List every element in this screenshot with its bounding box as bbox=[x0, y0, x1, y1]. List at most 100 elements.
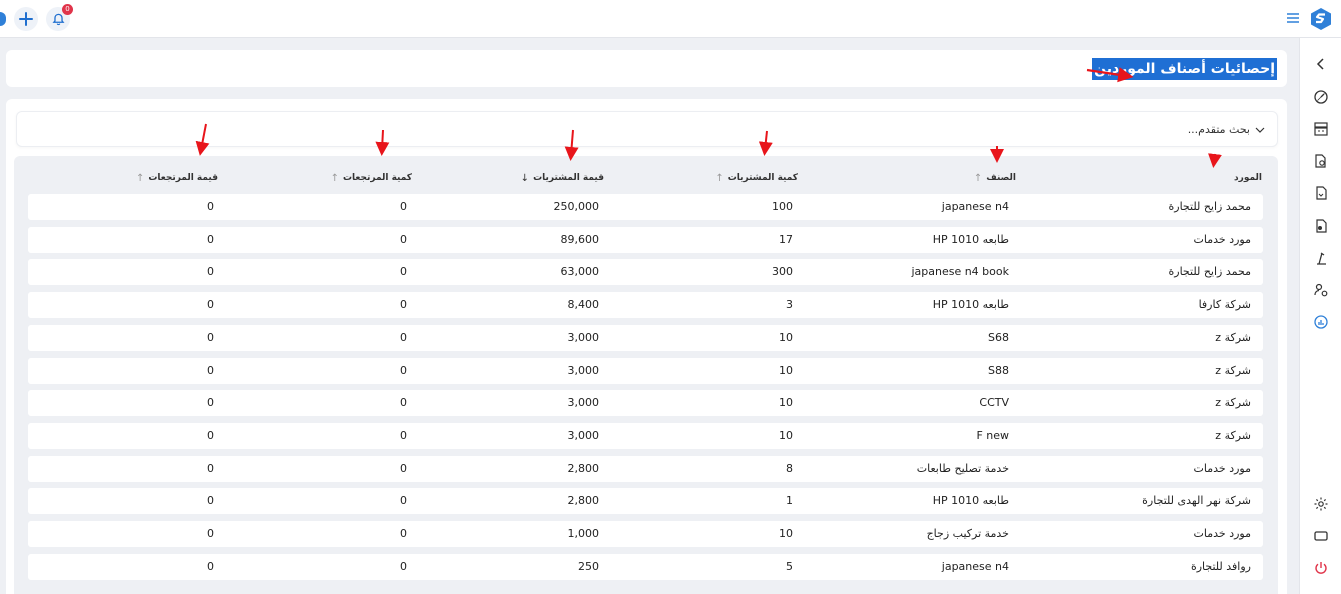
cell-purchase-qty: 1 bbox=[786, 494, 793, 508]
document-icon bbox=[1316, 186, 1327, 200]
sidebar-item-users[interactable] bbox=[1310, 279, 1332, 301]
cell-return-qty: 0 bbox=[400, 527, 407, 540]
add-button[interactable] bbox=[14, 7, 38, 31]
cell-supplier: شركة z bbox=[1215, 428, 1251, 442]
cell-supplier: شركة z bbox=[1215, 330, 1251, 344]
column-header-label: قيمة المرتجعات bbox=[148, 173, 218, 183]
cell-supplier: مورد خدمات bbox=[1193, 527, 1251, 540]
cell-return-qty: 0 bbox=[400, 396, 407, 410]
cell-purchase-qty: 5 bbox=[786, 559, 793, 573]
document-search-icon bbox=[1315, 154, 1326, 168]
cell-supplier: روافد للتجارة bbox=[1190, 559, 1251, 573]
cell-return-value: 0 bbox=[207, 494, 214, 508]
table-row[interactable]: مورد خدمات خدمة تركيب زجاج 10 1,000 0 0 bbox=[28, 521, 1263, 547]
column-header-purchase-value[interactable]: قيمة المشتريات ↓ bbox=[521, 168, 604, 188]
sidebar-item-invoices[interactable] bbox=[1310, 118, 1332, 140]
sort-up-icon: ↑ bbox=[715, 172, 724, 184]
cell-purchase-value: 3,000 bbox=[567, 363, 600, 377]
column-header-supplier[interactable]: المورد bbox=[1234, 168, 1262, 188]
sidebar-item-tools[interactable] bbox=[1310, 247, 1332, 269]
column-header-return-value[interactable]: قيمة المرتجعات ↑ bbox=[136, 168, 218, 188]
table-row[interactable]: شركة z S68 10 3,000 0 0 bbox=[28, 324, 1263, 351]
column-header-label: كمية المرتجعات bbox=[343, 173, 412, 183]
cell-return-value: 0 bbox=[207, 363, 214, 377]
cell-item: japanese n4 book bbox=[911, 265, 1009, 279]
cell-supplier: شركة نهر الهدى للتجارة bbox=[1142, 494, 1251, 508]
plus-icon bbox=[19, 12, 33, 26]
column-header-return-qty[interactable]: كمية المرتجعات ↑ bbox=[331, 168, 412, 188]
table-row[interactable]: محمد زايح للتجارة japanese n4 100 250,000 0 0 bbox=[28, 194, 1263, 220]
column-header-label: الصنف bbox=[986, 173, 1016, 183]
table-row[interactable]: شركة z CCTV 10 3,000 0 0 bbox=[28, 390, 1263, 417]
cell-purchase-qty: 10 bbox=[779, 330, 793, 344]
sort-up-icon: ↑ bbox=[973, 172, 983, 184]
advanced-search-panel[interactable]: بحث متقدم... bbox=[16, 111, 1278, 147]
sidebar-item-reports[interactable] bbox=[1310, 215, 1332, 237]
cell-return-qty: 0 bbox=[400, 428, 407, 442]
settings-button[interactable] bbox=[1310, 493, 1332, 515]
main-content: بحث متقدم... المورد الصنف ↑ كمية المشتري… bbox=[6, 99, 1287, 594]
column-header-item[interactable]: الصنف ↑ bbox=[974, 168, 1016, 188]
cell-supplier: مورد خدمات bbox=[1193, 232, 1251, 246]
supplier-items-table: المورد الصنف ↑ كمية المشتريات ↑ قيمة الم… bbox=[14, 156, 1278, 594]
cell-return-qty: 0 bbox=[400, 200, 407, 213]
notifications-button[interactable]: 0 bbox=[46, 4, 73, 31]
table-row[interactable]: مورد خدمات طابعه HP 1010 17 89,600 0 0 bbox=[28, 226, 1263, 253]
cell-item: CCTV bbox=[979, 396, 1009, 410]
cell-purchase-qty: 100 bbox=[772, 200, 793, 213]
display-button[interactable] bbox=[1310, 525, 1332, 547]
cell-item: خدمة تركيب زجاج bbox=[926, 527, 1009, 540]
power-icon bbox=[1315, 562, 1327, 574]
cell-return-qty: 0 bbox=[400, 232, 407, 246]
table-row[interactable]: شركة كارفا طابعه HP 1010 3 8,400 0 0 bbox=[28, 292, 1263, 319]
cell-purchase-qty: 10 bbox=[779, 396, 793, 410]
table-row[interactable]: شركة نهر الهدى للتجارة طابعه HP 1010 1 2,80… bbox=[28, 488, 1263, 515]
cell-purchase-value: 2,800 bbox=[567, 461, 600, 475]
cell-return-qty: 0 bbox=[400, 330, 407, 344]
table-row[interactable]: شركة z S88 10 3,000 0 0 bbox=[28, 357, 1263, 384]
column-header-label: كمية المشتريات bbox=[727, 173, 798, 183]
cell-purchase-qty: 300 bbox=[772, 265, 793, 279]
cell-return-value: 0 bbox=[207, 298, 214, 312]
table-row[interactable]: محمد زايح للتجارة japanese n4 book 300 63,0… bbox=[28, 259, 1263, 286]
chart-icon bbox=[1314, 315, 1328, 329]
cell-purchase-qty: 3 bbox=[786, 298, 793, 312]
sidebar-item-statistics[interactable] bbox=[1310, 311, 1332, 333]
cell-purchase-value: 63,000 bbox=[560, 265, 600, 279]
cell-item: طابعه HP 1010 bbox=[932, 232, 1009, 246]
user-settings-icon bbox=[1314, 283, 1328, 297]
cell-return-value: 0 bbox=[207, 232, 214, 246]
cell-item: طابعه HP 1010 bbox=[932, 298, 1009, 312]
top-bar: 0 bbox=[0, 0, 1341, 38]
table-row[interactable]: شركة z F new 10 3,000 0 0 bbox=[28, 422, 1263, 449]
column-header-label: المورد bbox=[1234, 173, 1262, 183]
cell-supplier: شركة z bbox=[1215, 363, 1251, 377]
cell-return-qty: 0 bbox=[400, 363, 407, 377]
sidebar-item-search-docs[interactable] bbox=[1310, 150, 1332, 172]
cell-return-value: 0 bbox=[207, 330, 214, 344]
bell-icon bbox=[52, 13, 64, 25]
cell-item: F new bbox=[976, 428, 1009, 442]
cell-purchase-value: 250 bbox=[578, 559, 599, 573]
sidebar-item-dashboard[interactable] bbox=[1310, 86, 1332, 108]
cell-supplier: شركة كارفا bbox=[1198, 298, 1251, 312]
cell-return-value: 0 bbox=[207, 428, 214, 442]
menu-icon[interactable] bbox=[1287, 11, 1299, 27]
table-row[interactable]: روافد للتجارة japanese n4 5 250 0 0 bbox=[28, 553, 1263, 580]
page-title: إحصائيات أصناف الموردين bbox=[1092, 58, 1277, 80]
collapse-sidebar-button[interactable] bbox=[1310, 53, 1332, 75]
cell-return-value: 0 bbox=[207, 200, 214, 213]
cell-purchase-value: 89,600 bbox=[560, 232, 600, 246]
cell-purchase-qty: 10 bbox=[779, 428, 793, 442]
tools-icon bbox=[1317, 252, 1326, 265]
column-header-purchase-qty[interactable]: كمية المشتريات ↑ bbox=[715, 168, 798, 188]
logout-button[interactable] bbox=[1310, 557, 1332, 579]
table-row[interactable]: مورد خدمات خدمة تصليح طابعات 8 2,800 0 0 bbox=[28, 455, 1263, 482]
page-header: إحصائيات أصناف الموردين bbox=[6, 50, 1287, 87]
monitor-icon bbox=[1314, 531, 1328, 541]
advanced-search-toggle[interactable]: بحث متقدم... bbox=[1188, 123, 1265, 136]
cell-purchase-value: 3,000 bbox=[567, 396, 600, 410]
cell-supplier: شركة z bbox=[1215, 396, 1251, 410]
sidebar-item-documents[interactable] bbox=[1310, 182, 1332, 204]
right-sidebar bbox=[1299, 38, 1341, 594]
